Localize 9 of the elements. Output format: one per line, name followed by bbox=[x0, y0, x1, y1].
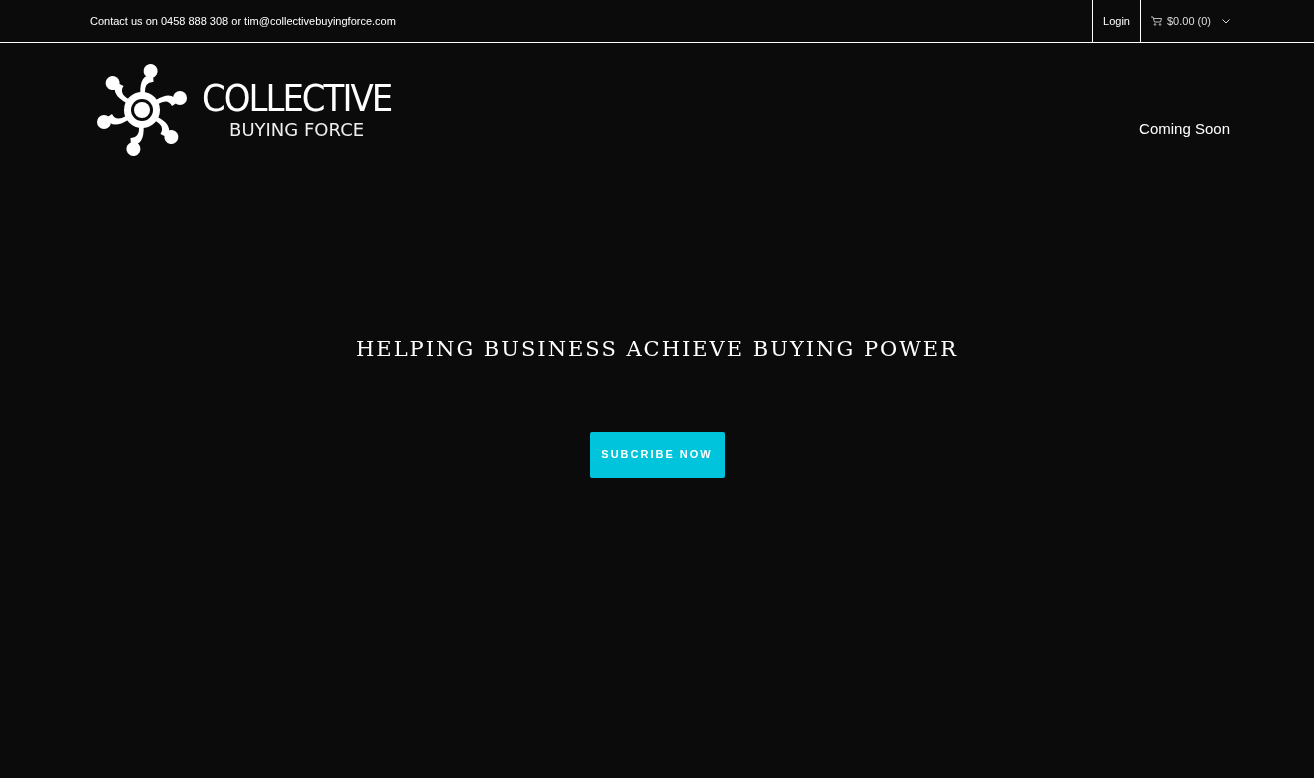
contact-text: Contact us on 0458 888 308 or tim@collectivebuyingforce.com bbox=[90, 13, 396, 29]
logo-text: COLLECTIVE bbox=[202, 79, 392, 117]
login-link[interactable]: Login bbox=[1092, 0, 1141, 42]
cart-link[interactable]: $0.00 (0) bbox=[1140, 0, 1230, 42]
cart-icon bbox=[1150, 16, 1162, 26]
chevron-down-icon bbox=[1222, 18, 1230, 24]
hero-heading: HELPING BUSINESS ACHIEVE BUYING POWER bbox=[356, 336, 958, 363]
logo-subtext: BUYING FORCE bbox=[229, 121, 365, 139]
nav-link[interactable]: Coming Soon bbox=[1139, 118, 1230, 141]
